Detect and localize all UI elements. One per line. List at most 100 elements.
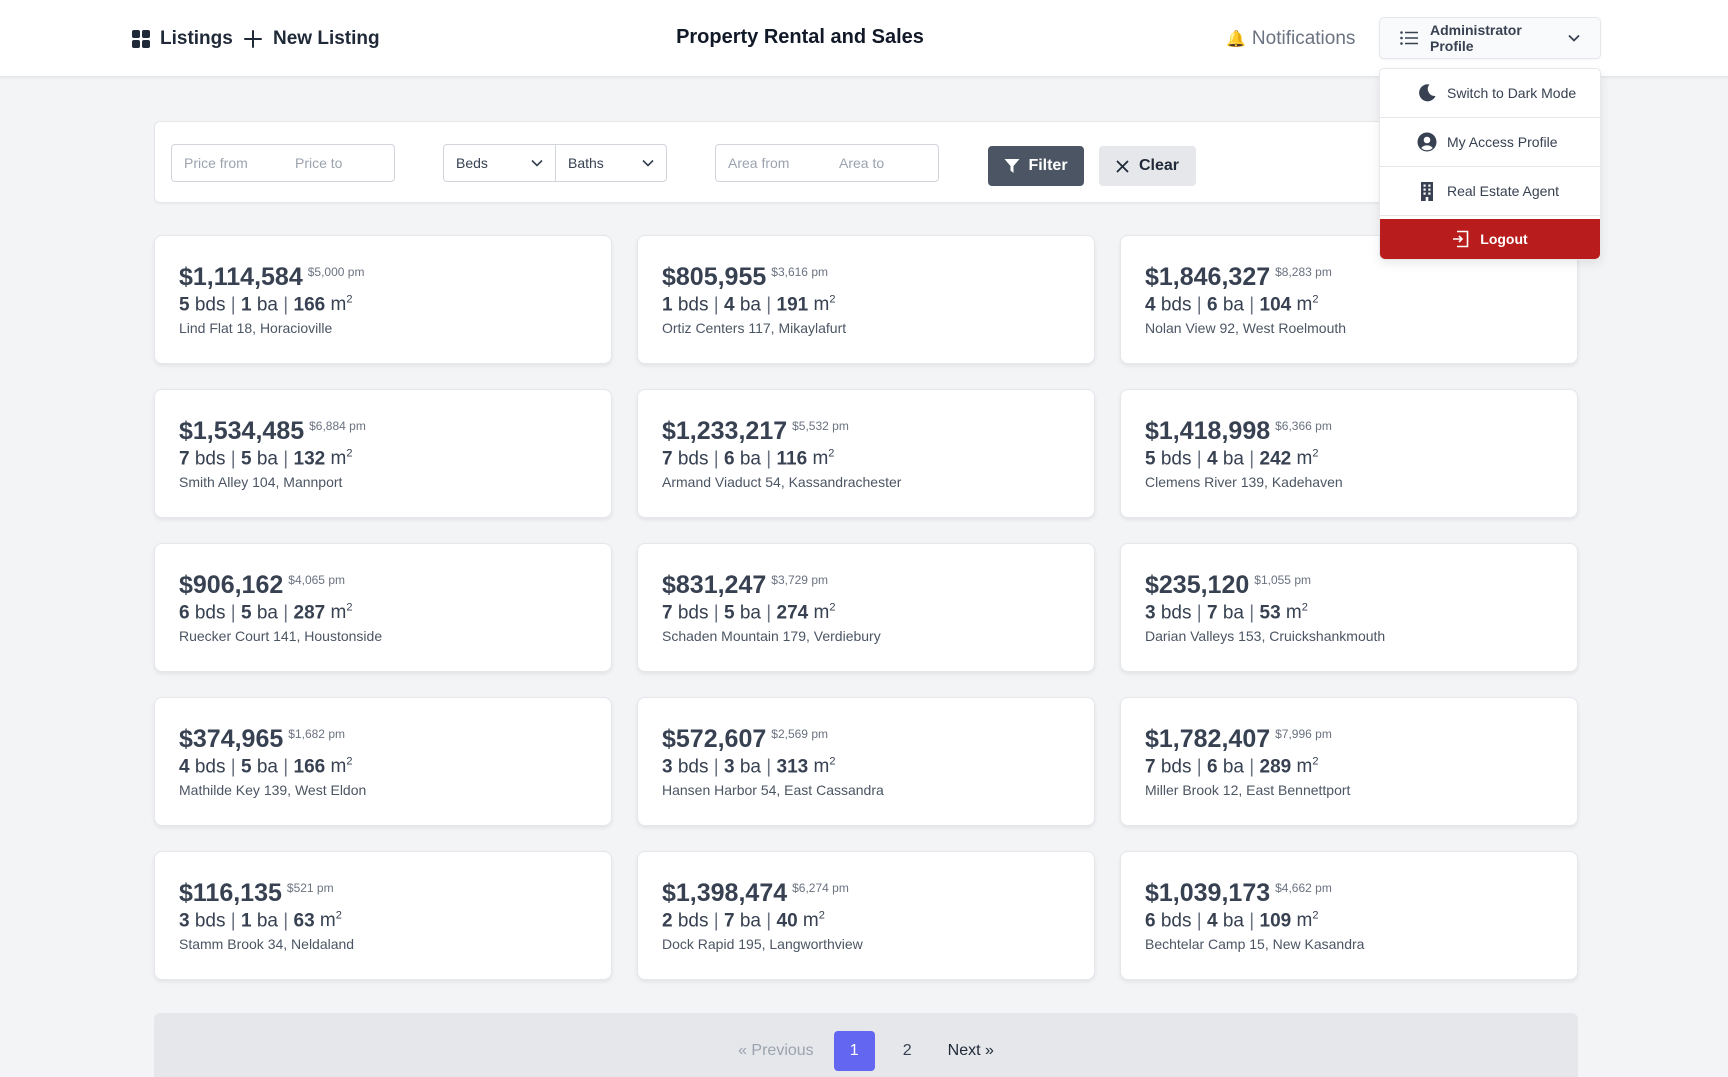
beds-unit: bds (1160, 602, 1192, 624)
spec-separator: | (283, 910, 289, 932)
listing-specs: 3 bds | 7 ba | 53 m2 (1145, 602, 1553, 626)
baths-count: 5 (241, 448, 252, 470)
page-number-2[interactable]: 2 (887, 1031, 928, 1071)
baths-count: 6 (724, 448, 735, 470)
listing-card[interactable]: $1,534,485 $6,884 pm 7 bds | 5 ba | 132 … (154, 389, 612, 518)
beds-unit: bds (677, 910, 709, 932)
beds-select[interactable]: Beds (444, 145, 555, 181)
beds-count: 4 (1145, 294, 1156, 316)
next-page-link[interactable]: Next » (940, 1042, 1002, 1060)
listing-specs: 3 bds | 3 ba | 313 m2 (662, 756, 1070, 780)
price-from-input[interactable] (172, 145, 283, 181)
listing-card[interactable]: $116,135 $521 pm 3 bds | 1 ba | 63 m2 St… (154, 851, 612, 980)
baths-count: 6 (1207, 756, 1218, 778)
funnel-icon (1004, 158, 1020, 174)
baths-unit: ba (739, 448, 761, 470)
baths-unit: ba (1222, 448, 1244, 470)
price-line: $1,039,173 $4,662 pm (1145, 879, 1553, 909)
area-to-input[interactable] (827, 145, 938, 181)
area-unit: m2 (802, 910, 825, 932)
beds-unit: bds (677, 756, 709, 778)
listing-specs: 3 bds | 1 ba | 63 m2 (179, 910, 587, 934)
listing-price: $116,135 (179, 879, 282, 907)
clear-button[interactable]: Clear (1099, 146, 1196, 186)
profile-menu-label: Administrator Profile (1430, 22, 1522, 54)
spec-separator: | (283, 756, 289, 778)
listing-card[interactable]: $374,965 $1,682 pm 4 bds | 5 ba | 166 m2… (154, 697, 612, 826)
baths-unit: ba (739, 294, 761, 316)
profile-menu-button[interactable]: Administrator Profile (1379, 17, 1601, 59)
beds-unit: bds (1160, 756, 1192, 778)
price-to-input[interactable] (283, 145, 394, 181)
spec-separator: | (1196, 602, 1202, 624)
price-line: $805,955 $3,616 pm (662, 263, 1070, 293)
page-number-1[interactable]: 1 (833, 1031, 875, 1071)
listing-card[interactable]: $1,114,584 $5,000 pm 5 bds | 1 ba | 166 … (154, 235, 612, 364)
price-line: $1,398,474 $6,274 pm (662, 879, 1070, 909)
listing-rent: $6,366 pm (1275, 419, 1332, 433)
listing-rent: $6,884 pm (309, 419, 366, 433)
baths-select[interactable]: Baths (555, 145, 666, 181)
listing-card[interactable]: $906,162 $4,065 pm 6 bds | 5 ba | 287 m2… (154, 543, 612, 672)
price-line: $831,247 $3,729 pm (662, 571, 1070, 601)
listing-card[interactable]: $1,233,217 $5,532 pm 7 bds | 6 ba | 116 … (637, 389, 1095, 518)
profile-dropdown-menu: Switch to Dark Mode My Access Profile Re… (1379, 68, 1601, 260)
beds-unit: bds (1160, 294, 1192, 316)
baths-unit: ba (256, 448, 278, 470)
listing-card[interactable]: $1,418,998 $6,366 pm 5 bds | 4 ba | 242 … (1120, 389, 1578, 518)
listing-card[interactable]: $572,607 $2,569 pm 3 bds | 3 ba | 313 m2… (637, 697, 1095, 826)
area-value: 289 (1259, 756, 1292, 778)
listing-price: $1,233,217 (662, 417, 788, 445)
price-line: $1,534,485 $6,884 pm (179, 417, 587, 447)
filter-button-label: Filter (1028, 157, 1068, 174)
listing-specs: 7 bds | 5 ba | 132 m2 (179, 448, 587, 472)
beds-count: 6 (179, 602, 190, 624)
spec-separator: | (1249, 448, 1255, 470)
dark-mode-menu-item[interactable]: Switch to Dark Mode (1380, 69, 1600, 118)
listing-card[interactable]: $235,120 $1,055 pm 3 bds | 7 ba | 53 m2 … (1120, 543, 1578, 672)
area-value: 104 (1259, 294, 1292, 316)
listing-grid: $1,114,584 $5,000 pm 5 bds | 1 ba | 166 … (154, 235, 1578, 980)
building-icon (1417, 181, 1437, 201)
listing-price: $1,534,485 (179, 417, 305, 445)
previous-page-link[interactable]: « Previous (730, 1042, 822, 1060)
listing-card[interactable]: $1,782,407 $7,996 pm 7 bds | 6 ba | 289 … (1120, 697, 1578, 826)
area-unit: m2 (1296, 448, 1319, 470)
baths-count: 7 (1207, 602, 1218, 624)
price-line: $1,782,407 $7,996 pm (1145, 725, 1553, 755)
spec-separator: | (766, 910, 772, 932)
area-value: 109 (1259, 910, 1292, 932)
area-value: 274 (776, 602, 809, 624)
listing-address: Ortiz Centers 117, Mikaylafurt (662, 320, 847, 336)
listing-card[interactable]: $1,039,173 $4,662 pm 6 bds | 4 ba | 109 … (1120, 851, 1578, 980)
area-value: 287 (293, 602, 326, 624)
baths-count: 1 (241, 910, 252, 932)
spec-separator: | (1249, 756, 1255, 778)
listing-address: Schaden Mountain 179, Verdiebury (662, 628, 881, 644)
listing-rent: $3,616 pm (771, 265, 828, 279)
logout-button[interactable]: Logout (1380, 219, 1600, 259)
access-profile-menu-item[interactable]: My Access Profile (1380, 118, 1600, 167)
listing-price: $1,846,327 (1145, 263, 1271, 291)
listing-rent: $6,274 pm (792, 881, 849, 895)
area-value: 166 (293, 294, 326, 316)
listing-card[interactable]: $831,247 $3,729 pm 7 bds | 5 ba | 274 m2… (637, 543, 1095, 672)
area-from-input[interactable] (716, 145, 827, 181)
baths-unit: ba (1222, 910, 1244, 932)
area-unit: m2 (1296, 910, 1319, 932)
listing-card[interactable]: $805,955 $3,616 pm 1 bds | 4 ba | 191 m2… (637, 235, 1095, 364)
area-unit: m2 (813, 294, 836, 316)
listing-price: $572,607 (662, 725, 767, 753)
filter-button[interactable]: Filter (988, 146, 1084, 186)
spec-separator: | (1196, 910, 1202, 932)
area-value: 166 (293, 756, 326, 778)
real-estate-agent-menu-item[interactable]: Real Estate Agent (1380, 167, 1600, 216)
top-navbar: Listings New Listing Property Rental and… (0, 0, 1728, 77)
moon-icon (1417, 83, 1437, 103)
beds-unit: bds (194, 294, 226, 316)
listing-rent: $1,055 pm (1254, 573, 1311, 587)
beds-unit: bds (1160, 448, 1192, 470)
notifications-link[interactable]: 🔔 Notifications (1226, 24, 1355, 54)
beds-unit: bds (194, 448, 226, 470)
listing-card[interactable]: $1,398,474 $6,274 pm 2 bds | 7 ba | 40 m… (637, 851, 1095, 980)
